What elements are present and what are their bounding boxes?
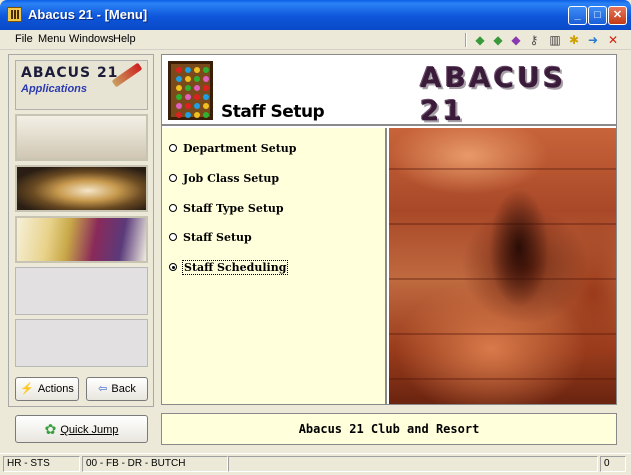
key-icon[interactable]: ⚷ xyxy=(526,32,542,48)
abacus-bead xyxy=(194,103,200,109)
option-item[interactable]: Staff Setup xyxy=(169,230,252,246)
abacus-bead xyxy=(194,67,200,73)
back-button[interactable]: ⇦ Back xyxy=(86,377,148,401)
menu-windows[interactable]: Windows xyxy=(69,33,114,45)
radio-button[interactable] xyxy=(169,204,177,212)
abacus-bead xyxy=(203,85,209,91)
person-icon[interactable]: ✱ xyxy=(566,32,582,48)
minimize-button[interactable]: _ xyxy=(568,6,587,25)
abacus-bead xyxy=(176,94,182,100)
thumbnail-fruit-buffet[interactable] xyxy=(15,216,148,263)
option-item[interactable]: Staff Scheduling xyxy=(169,260,289,276)
options-list: Department Setup Job Class Setup Staff Typ… xyxy=(162,128,387,404)
abacus-bead xyxy=(185,94,191,100)
logo-subtitle: Applications xyxy=(21,83,88,95)
calculator-icon[interactable]: ▥ xyxy=(547,32,563,48)
option-label: Staff Setup xyxy=(183,231,252,244)
actions-button[interactable]: ⚡ Actions xyxy=(15,377,79,401)
abacus-bead xyxy=(185,76,191,82)
abacus-bead xyxy=(185,112,191,118)
option-label: Staff Scheduling xyxy=(181,260,289,275)
abacus-bead xyxy=(185,85,191,91)
abacus-bead xyxy=(176,85,182,91)
abacus-app-icon xyxy=(7,7,22,22)
window-title: Abacus 21 - [Menu] xyxy=(28,7,148,22)
page-title: Staff Setup xyxy=(221,102,325,122)
close-red-icon[interactable]: ✕ xyxy=(605,32,621,48)
actions-label: Actions xyxy=(37,383,74,395)
forward-arrow-icon[interactable]: ◆ xyxy=(490,32,506,48)
lightning-icon: ⚡ xyxy=(20,383,34,395)
back-arrow-icon[interactable]: ◆ xyxy=(472,32,488,48)
quick-jump-label: Quick Jump xyxy=(60,424,119,436)
option-item[interactable]: Job Class Setup xyxy=(169,171,279,187)
abacus-bead xyxy=(203,94,209,100)
option-label: Department Setup xyxy=(183,142,297,155)
frog-icon: ✿ xyxy=(44,421,57,437)
close-button[interactable]: ✕ xyxy=(608,6,627,25)
abacus-bead xyxy=(194,85,200,91)
canyon-photo xyxy=(389,128,616,404)
abacus-bead xyxy=(203,67,209,73)
header: Staff Setup ABACUS 21 xyxy=(162,55,616,127)
main-panel: Staff Setup ABACUS 21 Department Setup Jo… xyxy=(161,54,617,405)
option-item[interactable]: Department Setup xyxy=(169,141,297,157)
back-label: Back xyxy=(111,383,136,395)
abacus-bead xyxy=(203,112,209,118)
status-module: HR - STS xyxy=(3,456,80,472)
applications-logo: ABACUS 21 Applications xyxy=(15,60,148,110)
thumbnail-empty-slot xyxy=(15,319,148,367)
radio-button[interactable] xyxy=(169,144,177,152)
abacus-bead xyxy=(176,103,182,109)
abacus-bead xyxy=(185,103,191,109)
quick-jump-button[interactable]: ✿ Quick Jump xyxy=(15,415,148,443)
menu-help[interactable]: Help xyxy=(113,33,136,45)
option-label: Staff Type Setup xyxy=(183,202,284,215)
thumbnail-staff-photo[interactable] xyxy=(15,114,148,161)
abacus-bead xyxy=(194,94,200,100)
radio-button[interactable] xyxy=(169,233,177,241)
title-bar: Abacus 21 - [Menu] _ □ ✕ xyxy=(0,0,631,30)
left-panel: ABACUS 21 Applications ⚡ Actions ⇦ Back xyxy=(8,54,154,407)
abacus-bead xyxy=(194,76,200,82)
abacus-bead xyxy=(176,67,182,73)
company-banner: Abacus 21 Club and Resort xyxy=(161,413,617,445)
menu-file[interactable]: File xyxy=(15,33,33,45)
menu-menu[interactable]: Menu xyxy=(38,33,66,45)
abacus-bead xyxy=(203,76,209,82)
thumbnail-food-plate[interactable] xyxy=(15,165,148,212)
status-count: 0 xyxy=(600,456,626,472)
status-message xyxy=(228,456,598,472)
exit-door-icon[interactable]: ➜ xyxy=(585,32,601,48)
thumbnail-empty-slot xyxy=(15,267,148,315)
abacus-icon xyxy=(168,61,213,120)
brand-logo: ABACUS 21 xyxy=(420,61,567,127)
menu-bar: File Menu Windows Help ◆ ◆ ◆ ⚷ ▥ ✱ ➜ ✕ xyxy=(0,30,631,50)
maximize-button[interactable]: □ xyxy=(588,6,607,25)
status-bar: HR - STS 00 - FB - DR - BUTCH 0 xyxy=(0,453,631,475)
status-context: 00 - FB - DR - BUTCH xyxy=(82,456,228,472)
radio-button[interactable] xyxy=(169,263,177,271)
logo-title: ABACUS 21 xyxy=(21,65,119,81)
back-arrow-icon: ⇦ xyxy=(98,383,108,395)
toolbar-separator xyxy=(465,33,467,47)
radio-button[interactable] xyxy=(169,174,177,182)
abacus-bead xyxy=(185,67,191,73)
abacus-bead xyxy=(176,112,182,118)
option-item[interactable]: Staff Type Setup xyxy=(169,201,284,217)
book-icon[interactable]: ◆ xyxy=(508,32,524,48)
abacus-bead xyxy=(203,103,209,109)
abacus-bead xyxy=(194,112,200,118)
abacus-bead xyxy=(176,76,182,82)
option-label: Job Class Setup xyxy=(183,172,280,185)
